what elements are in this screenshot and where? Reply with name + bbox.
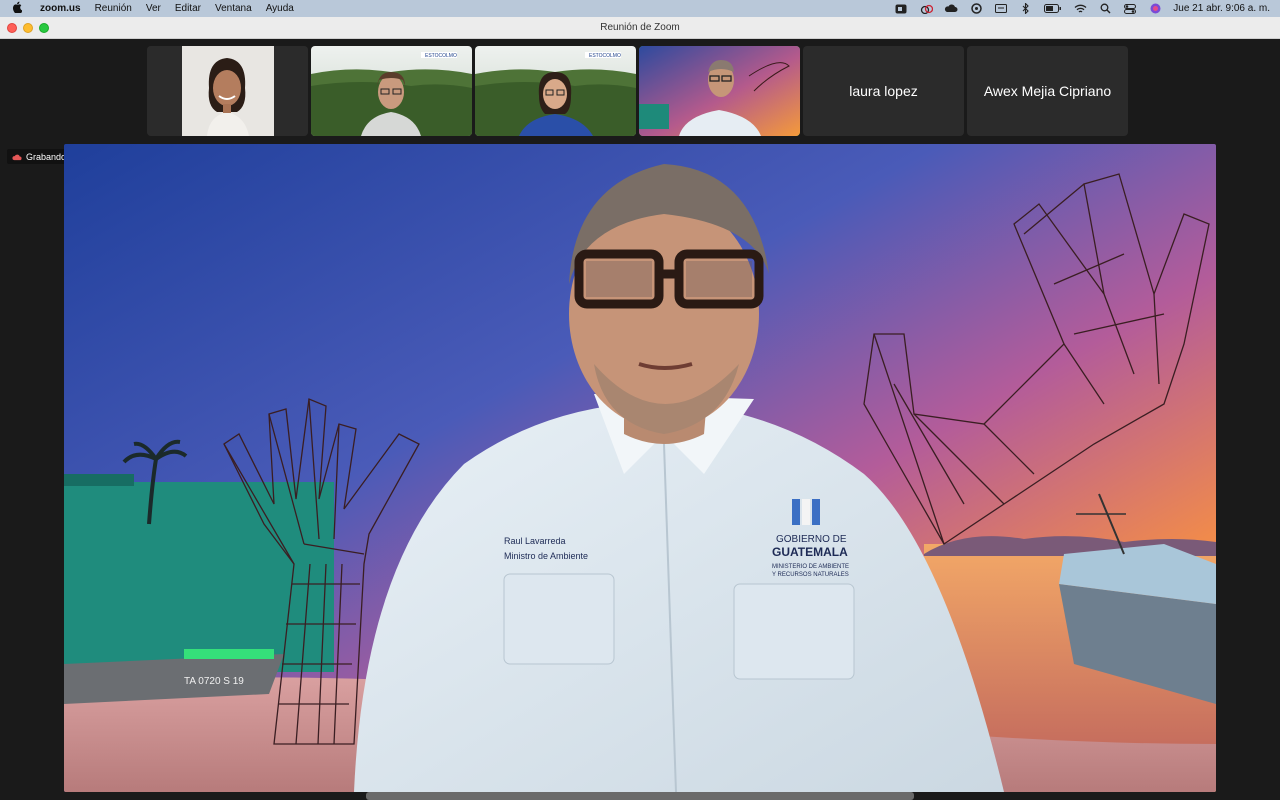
participant-tile[interactable]: Awex Mejia Cipriano [967, 46, 1128, 136]
menu-reunion[interactable]: Reunión [95, 3, 132, 14]
app-menu-zoom[interactable]: zoom.us [40, 3, 81, 14]
creative-cloud-icon[interactable] [919, 3, 933, 14]
display-icon[interactable] [994, 3, 1008, 14]
shirt-logo-line3: MINISTERIO DE AMBIENTE [772, 564, 849, 570]
bluetooth-icon[interactable] [1019, 3, 1033, 14]
horizontal-scrollbar[interactable] [366, 792, 914, 800]
meeting-area: ESTOCOLMO ESTOCOLMO laura lopez Awex Mej… [0, 39, 1280, 800]
participant-tile[interactable]: ESTOCOLMO [311, 46, 472, 136]
shirt-embroidery-name: Raul Lavarreda [504, 536, 566, 546]
zoom-icon[interactable] [894, 3, 908, 14]
speaker-video-frame: TA 0720 S 19 Raul Lavarreda Ministro de … [64, 144, 1216, 792]
participant-tile[interactable]: ESTOCOLMO [475, 46, 636, 136]
minimize-window-button[interactable] [23, 23, 33, 33]
control-center-icon[interactable] [1123, 3, 1137, 14]
macos-menu-bar: zoom.us Reunión Ver Editar Ventana Ayuda… [0, 0, 1280, 17]
participant-video-man-glasses-icon: ESTOCOLMO [311, 46, 472, 136]
apple-menu-icon[interactable] [10, 1, 24, 16]
participant-tile-active-speaker[interactable] [639, 46, 800, 136]
menu-ayuda[interactable]: Ayuda [266, 3, 294, 14]
participant-video-active-speaker-icon [639, 46, 800, 136]
wifi-icon[interactable] [1073, 3, 1087, 14]
siri-icon[interactable] [1148, 3, 1162, 14]
spotlight-search-icon[interactable] [1098, 3, 1112, 14]
shirt-embroidery-title: Ministro de Ambiente [504, 551, 588, 561]
close-window-button[interactable] [7, 23, 17, 33]
participant-video-woman-glasses-icon: ESTOCOLMO [475, 46, 636, 136]
sync-icon[interactable] [969, 3, 983, 14]
participant-name: Awex Mejia Cipriano [983, 83, 1112, 99]
window-title: Reunión de Zoom [600, 22, 680, 33]
participant-tile[interactable] [147, 46, 308, 136]
estocolmo-logo: ESTOCOLMO [425, 53, 457, 59]
active-speaker-video[interactable]: TA 0720 S 19 Raul Lavarreda Ministro de … [64, 144, 1216, 792]
shirt-logo-line2: GUATEMALA [772, 545, 848, 559]
shirt-logo-line1: GOBIERNO DE [776, 534, 847, 545]
cloud-icon[interactable] [944, 3, 958, 14]
battery-icon[interactable] [1044, 3, 1062, 14]
cloud-recording-icon [12, 154, 22, 160]
participant-gallery-strip: ESTOCOLMO ESTOCOLMO laura lopez Awex Mej… [147, 46, 1128, 136]
window-titlebar[interactable]: Reunión de Zoom [0, 17, 1280, 39]
menu-ventana[interactable]: Ventana [215, 3, 252, 14]
menu-editar[interactable]: Editar [175, 3, 201, 14]
participant-tile[interactable]: laura lopez [803, 46, 964, 136]
menu-ver[interactable]: Ver [146, 3, 161, 14]
guatemala-logo-icon [792, 499, 820, 525]
shirt-logo-line4: Y RECURSOS NATURALES [772, 572, 849, 578]
estocolmo-logo: ESTOCOLMO [589, 53, 621, 59]
boat-registration-text: TA 0720 S 19 [184, 676, 244, 687]
menubar-clock[interactable]: Jue 21 abr. 9:06 a. m. [1173, 3, 1270, 14]
zoom-window-button[interactable] [39, 23, 49, 33]
participant-name: laura lopez [849, 83, 918, 99]
participant-video-woman-icon [147, 46, 308, 136]
